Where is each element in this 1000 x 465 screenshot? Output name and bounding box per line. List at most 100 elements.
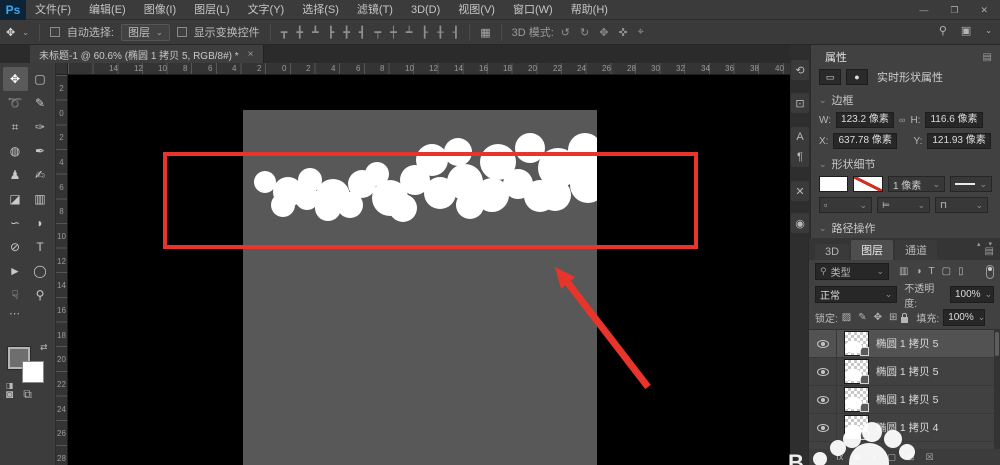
dodge-tool[interactable]: ⊘	[3, 235, 28, 259]
eraser-tool[interactable]: ◪	[3, 187, 28, 211]
adjustment-layer-icon[interactable]: ◑	[871, 452, 876, 462]
hand-tool[interactable]: ☟	[3, 283, 28, 307]
shape-tool[interactable]: ◯	[28, 259, 53, 283]
filter-toggle[interactable]	[986, 265, 994, 279]
history-panel-icon[interactable]: ⟲	[791, 60, 809, 80]
more-tools-icon[interactable]: ⋯	[0, 307, 55, 321]
quick-select-tool[interactable]: ✎	[28, 91, 53, 115]
live-ellipse-icon[interactable]: ●	[846, 69, 868, 85]
zoom-3d-icon[interactable]: ⌖	[638, 26, 644, 39]
delete-layer-icon[interactable]: ☒	[925, 452, 933, 463]
panel-collapse-icon[interactable]: ▴	[977, 240, 981, 248]
panel-menu-icon[interactable]: ▤	[985, 246, 994, 257]
menu-item[interactable]: 帮助(H)	[562, 0, 617, 20]
tool-preset-chevron-icon[interactable]: ⌄	[22, 28, 29, 37]
layer-filter-select[interactable]: ⚲ 类型 ⌄	[815, 263, 889, 280]
lock-artboard-icon[interactable]: ⊞	[889, 312, 897, 323]
auto-select-dropdown[interactable]: 图层 ⌄	[121, 24, 170, 41]
stroke-style-select[interactable]: ⌄	[950, 176, 992, 192]
opacity-select[interactable]: 100% ⌄	[950, 286, 994, 303]
character-panel-icon[interactable]: A	[791, 127, 809, 147]
grid-icon[interactable]: ▦	[480, 26, 490, 39]
scrollbar-thumb[interactable]	[995, 332, 999, 356]
tab-channels[interactable]: 通道	[895, 240, 937, 260]
layer-thumbnail[interactable]	[844, 331, 869, 356]
lock-all-icon[interactable]	[901, 317, 908, 323]
clone-source-panel-icon[interactable]: ⊡	[791, 93, 809, 113]
visibility-eye-icon[interactable]	[817, 340, 829, 348]
visibility-eye-icon[interactable]	[817, 424, 829, 432]
layer-thumbnail[interactable]	[844, 359, 869, 384]
align-right-icon[interactable]: ┫	[359, 26, 366, 39]
layer-row[interactable]: 椭圆 1 拷贝 5	[809, 330, 1000, 358]
distribute-left-icon[interactable]: ┠	[421, 26, 428, 39]
link-layers-icon[interactable]: ∞	[819, 452, 825, 462]
paragraph-panel-icon[interactable]: ¶	[791, 147, 809, 167]
roll-3d-icon[interactable]: ↻	[580, 26, 589, 39]
chevron-down-icon[interactable]: ⌄	[819, 159, 827, 170]
marquee-tool[interactable]: ▢	[28, 67, 53, 91]
eyedropper-tool[interactable]: ✑	[28, 115, 53, 139]
type-tool[interactable]: T	[28, 235, 53, 259]
layer-group-icon[interactable]: ▢	[887, 452, 896, 463]
layer-mask-icon[interactable]: ◙	[854, 452, 859, 462]
screen-mode-icon[interactable]: ⧉	[23, 387, 32, 402]
gradient-tool[interactable]: ▥	[28, 187, 53, 211]
distribute-top-icon[interactable]: ┯	[374, 26, 381, 39]
menu-item[interactable]: 文件(F)	[26, 0, 80, 20]
height-field[interactable]: 116.6 像素	[925, 112, 983, 128]
stroke-align-select[interactable]: ▫ ⌄	[819, 197, 872, 213]
align-bottom-icon[interactable]: ┻	[312, 26, 319, 39]
workspace-icon[interactable]: ▣	[961, 24, 971, 37]
chevron-down-icon[interactable]: ⌄	[819, 223, 827, 234]
paint-bucket-tool[interactable]: ◗	[28, 211, 53, 235]
distribute-bottom-icon[interactable]: ┷	[406, 26, 413, 39]
document-canvas[interactable]	[243, 110, 597, 465]
history-brush-tool[interactable]: ✍	[28, 163, 53, 187]
minimize-icon[interactable]: —	[919, 5, 928, 15]
move-tool[interactable]: ✥	[3, 67, 28, 91]
align-vcenter-icon[interactable]: ╋	[296, 26, 303, 39]
lock-position-icon[interactable]: ✥	[874, 312, 882, 323]
fill-select[interactable]: 100% ⌄	[943, 309, 985, 326]
y-field[interactable]: 121.93 像素	[927, 133, 991, 149]
close-icon[interactable]: ✕	[980, 5, 988, 16]
new-layer-icon[interactable]: ⊞	[907, 452, 915, 463]
live-rect-icon[interactable]: ▭	[819, 69, 841, 85]
properties-tab[interactable]: 属性	[825, 49, 847, 65]
stroke-color-swatch[interactable]	[853, 176, 882, 192]
workspace-chevron-icon[interactable]: ⌄	[985, 26, 992, 35]
panel-menu-icon[interactable]: ▤	[983, 52, 992, 63]
orbit-3d-icon[interactable]: ↺	[561, 26, 570, 39]
distribute-hcenter-icon[interactable]: ╂	[437, 26, 444, 39]
show-transform-checkbox[interactable]	[177, 27, 187, 37]
stroke-corners-select[interactable]: ⊓ ⌄	[935, 197, 988, 213]
layer-row[interactable]: 椭圆 1 拷贝 4	[809, 414, 1000, 442]
filter-shape-icon[interactable]: ▢	[942, 266, 951, 277]
creative-cloud-icon[interactable]: ◉	[791, 213, 809, 233]
stroke-caps-select[interactable]: ⊨ ⌄	[877, 197, 930, 213]
visibility-eye-icon[interactable]	[817, 368, 829, 376]
menu-item[interactable]: 编辑(E)	[80, 0, 135, 20]
tab-layers[interactable]: 图层	[851, 240, 893, 260]
background-color-swatch[interactable]	[22, 361, 44, 383]
menu-item[interactable]: 滤镜(T)	[348, 0, 402, 20]
layer-row[interactable]: 椭圆 1 拷贝 5	[809, 358, 1000, 386]
layer-effects-icon[interactable]: fx	[836, 452, 843, 462]
stroke-width-select[interactable]: 1 像素 ⌄	[888, 176, 945, 192]
slide-3d-icon[interactable]: ✜	[618, 26, 627, 39]
swap-colors-icon[interactable]: ⇄	[40, 342, 48, 353]
tab-3d[interactable]: 3D	[815, 244, 849, 260]
lasso-tool[interactable]: ➰	[3, 91, 28, 115]
chevron-down-icon[interactable]: ⌄	[819, 95, 827, 106]
align-left-icon[interactable]: ┣	[328, 26, 335, 39]
link-dimensions-icon[interactable]: ∞	[899, 115, 905, 125]
search-icon[interactable]: ⚲	[939, 24, 947, 37]
fill-color-swatch[interactable]	[819, 176, 848, 192]
auto-select-checkbox[interactable]	[50, 27, 60, 37]
menu-item[interactable]: 图层(L)	[185, 0, 238, 20]
filter-type-icon[interactable]: T	[929, 266, 935, 277]
pan-3d-icon[interactable]: ✥	[599, 26, 608, 39]
menu-item[interactable]: 3D(D)	[402, 0, 449, 20]
distribute-right-icon[interactable]: ┨	[453, 26, 460, 39]
